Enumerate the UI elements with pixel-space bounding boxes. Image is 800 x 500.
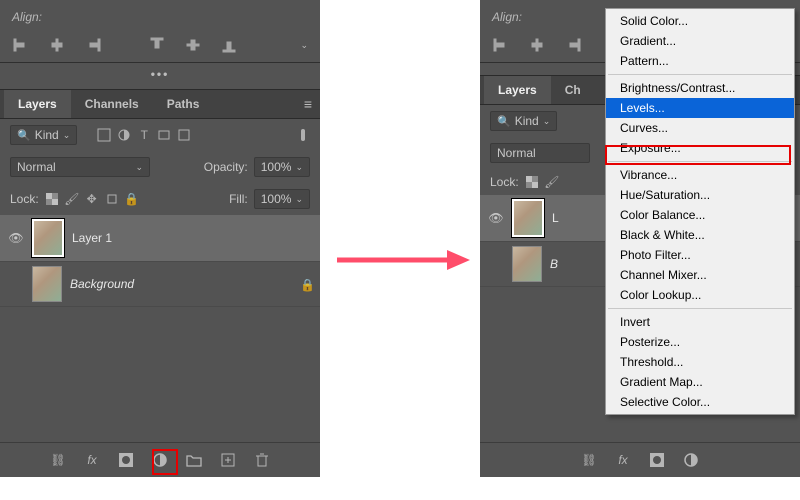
lock-position-icon[interactable]: ✥ <box>85 192 99 206</box>
lock-all-icon[interactable]: 🔒 <box>125 192 139 206</box>
filter-kind-select[interactable]: 🔍Kind⌄ <box>490 111 557 131</box>
menu-selective-color[interactable]: Selective Color... <box>606 392 794 412</box>
mask-icon[interactable] <box>117 451 135 469</box>
lock-icon: 🔒 <box>300 278 312 290</box>
align-buttons: ⌄ <box>0 26 320 63</box>
menu-solid-color[interactable]: Solid Color... <box>606 11 794 31</box>
menu-photo-filter[interactable]: Photo Filter... <box>606 245 794 265</box>
align-right-icon[interactable] <box>564 36 582 54</box>
menu-invert[interactable]: Invert <box>606 312 794 332</box>
menu-separator <box>608 308 792 309</box>
lock-row: Lock: 🖌 ✥ 🔒 Fill: 100%⌄ <box>0 183 320 215</box>
lock-paint-icon[interactable]: 🖌 <box>65 192 79 206</box>
layer-thumb[interactable] <box>32 219 64 257</box>
layer-filter-row: 🔍Kind⌄ T <box>0 119 320 151</box>
filter-shape-icon[interactable] <box>157 128 171 142</box>
filter-kind-select[interactable]: 🔍Kind⌄ <box>10 125 77 145</box>
blend-mode-select[interactable]: Normal⌄ <box>10 157 150 177</box>
layer-name[interactable]: Layer 1 <box>72 231 312 245</box>
layer-thumb[interactable] <box>32 266 62 302</box>
align-bottom-icon[interactable] <box>220 36 238 54</box>
filter-adjust-icon[interactable] <box>117 128 131 142</box>
blend-mode-select[interactable]: Normal <box>490 143 590 163</box>
visibility-icon[interactable]: 👁 <box>8 230 24 246</box>
layers-panel-left: Align: ⌄ ••• Layers Channels Paths ≡ 🔍Ki… <box>0 0 320 477</box>
lock-transparent-icon[interactable] <box>45 192 59 206</box>
tab-paths[interactable]: Paths <box>153 90 214 118</box>
filter-toggle-icon[interactable] <box>296 128 310 142</box>
menu-levels[interactable]: Levels... <box>606 98 794 118</box>
menu-color-balance[interactable]: Color Balance... <box>606 205 794 225</box>
fx-icon[interactable]: fx <box>83 451 101 469</box>
visibility-icon[interactable] <box>8 276 24 292</box>
collapse-icon[interactable]: ⌄ <box>300 40 308 51</box>
new-layer-icon[interactable] <box>219 451 237 469</box>
panel-tabs: Layers Channels Paths ≡ <box>0 90 320 119</box>
tab-layers[interactable]: Layers <box>484 76 551 104</box>
mask-icon[interactable] <box>648 451 666 469</box>
align-label: Align: <box>12 10 42 24</box>
group-icon[interactable] <box>185 451 203 469</box>
menu-pattern[interactable]: Pattern... <box>606 51 794 71</box>
fill-label: Fill: <box>229 192 248 206</box>
align-center-h-icon[interactable] <box>528 36 546 54</box>
more-icon[interactable]: ••• <box>151 67 170 81</box>
adjustment-menu: Solid Color... Gradient... Pattern... Br… <box>605 8 795 415</box>
menu-bw[interactable]: Black & White... <box>606 225 794 245</box>
adjustment-layer-icon[interactable] <box>682 451 700 469</box>
link-icon[interactable]: ⛓ <box>49 451 67 469</box>
menu-separator <box>608 161 792 162</box>
menu-separator <box>608 74 792 75</box>
opacity-label: Opacity: <box>204 160 248 174</box>
trash-icon[interactable] <box>253 451 271 469</box>
lock-label: Lock: <box>10 192 39 206</box>
opacity-input[interactable]: 100%⌄ <box>254 157 310 177</box>
fx-icon[interactable]: fx <box>614 451 632 469</box>
menu-exposure[interactable]: Exposure... <box>606 138 794 158</box>
menu-gradient-map[interactable]: Gradient Map... <box>606 372 794 392</box>
align-center-h-icon[interactable] <box>48 36 66 54</box>
menu-channel-mixer[interactable]: Channel Mixer... <box>606 265 794 285</box>
tab-layers[interactable]: Layers <box>4 90 71 118</box>
panel-menu-icon[interactable]: ≡ <box>304 96 312 112</box>
menu-vibrance[interactable]: Vibrance... <box>606 165 794 185</box>
tab-channels[interactable]: Channels <box>71 90 153 118</box>
lock-artboard-icon[interactable] <box>105 192 119 206</box>
menu-color-lookup[interactable]: Color Lookup... <box>606 285 794 305</box>
align-middle-v-icon[interactable] <box>184 36 202 54</box>
menu-threshold[interactable]: Threshold... <box>606 352 794 372</box>
menu-curves[interactable]: Curves... <box>606 118 794 138</box>
layer-name[interactable]: Background <box>70 277 292 291</box>
blend-row: Normal⌄ Opacity: 100%⌄ <box>0 151 320 183</box>
filter-pixel-icon[interactable] <box>97 128 111 142</box>
fill-input[interactable]: 100%⌄ <box>254 189 310 209</box>
adjustment-layer-icon[interactable] <box>151 451 169 469</box>
filter-type-icon[interactable]: T <box>137 128 151 142</box>
menu-gradient[interactable]: Gradient... <box>606 31 794 51</box>
menu-brightness[interactable]: Brightness/Contrast... <box>606 78 794 98</box>
align-right-icon[interactable] <box>84 36 102 54</box>
align-left-icon[interactable] <box>12 36 30 54</box>
filter-smart-icon[interactable] <box>177 128 191 142</box>
align-left-icon[interactable] <box>492 36 510 54</box>
arrow-annotation <box>335 245 470 275</box>
layer-row-bg[interactable]: Background 🔒 <box>0 262 320 307</box>
align-top-icon[interactable] <box>148 36 166 54</box>
menu-hue[interactable]: Hue/Saturation... <box>606 185 794 205</box>
link-icon[interactable]: ⛓ <box>580 451 598 469</box>
layers-bottombar: ⛓ fx <box>0 442 320 477</box>
tab-channels[interactable]: Ch <box>551 76 595 104</box>
menu-posterize[interactable]: Posterize... <box>606 332 794 352</box>
layer-row-1[interactable]: 👁 Layer 1 <box>0 215 320 262</box>
